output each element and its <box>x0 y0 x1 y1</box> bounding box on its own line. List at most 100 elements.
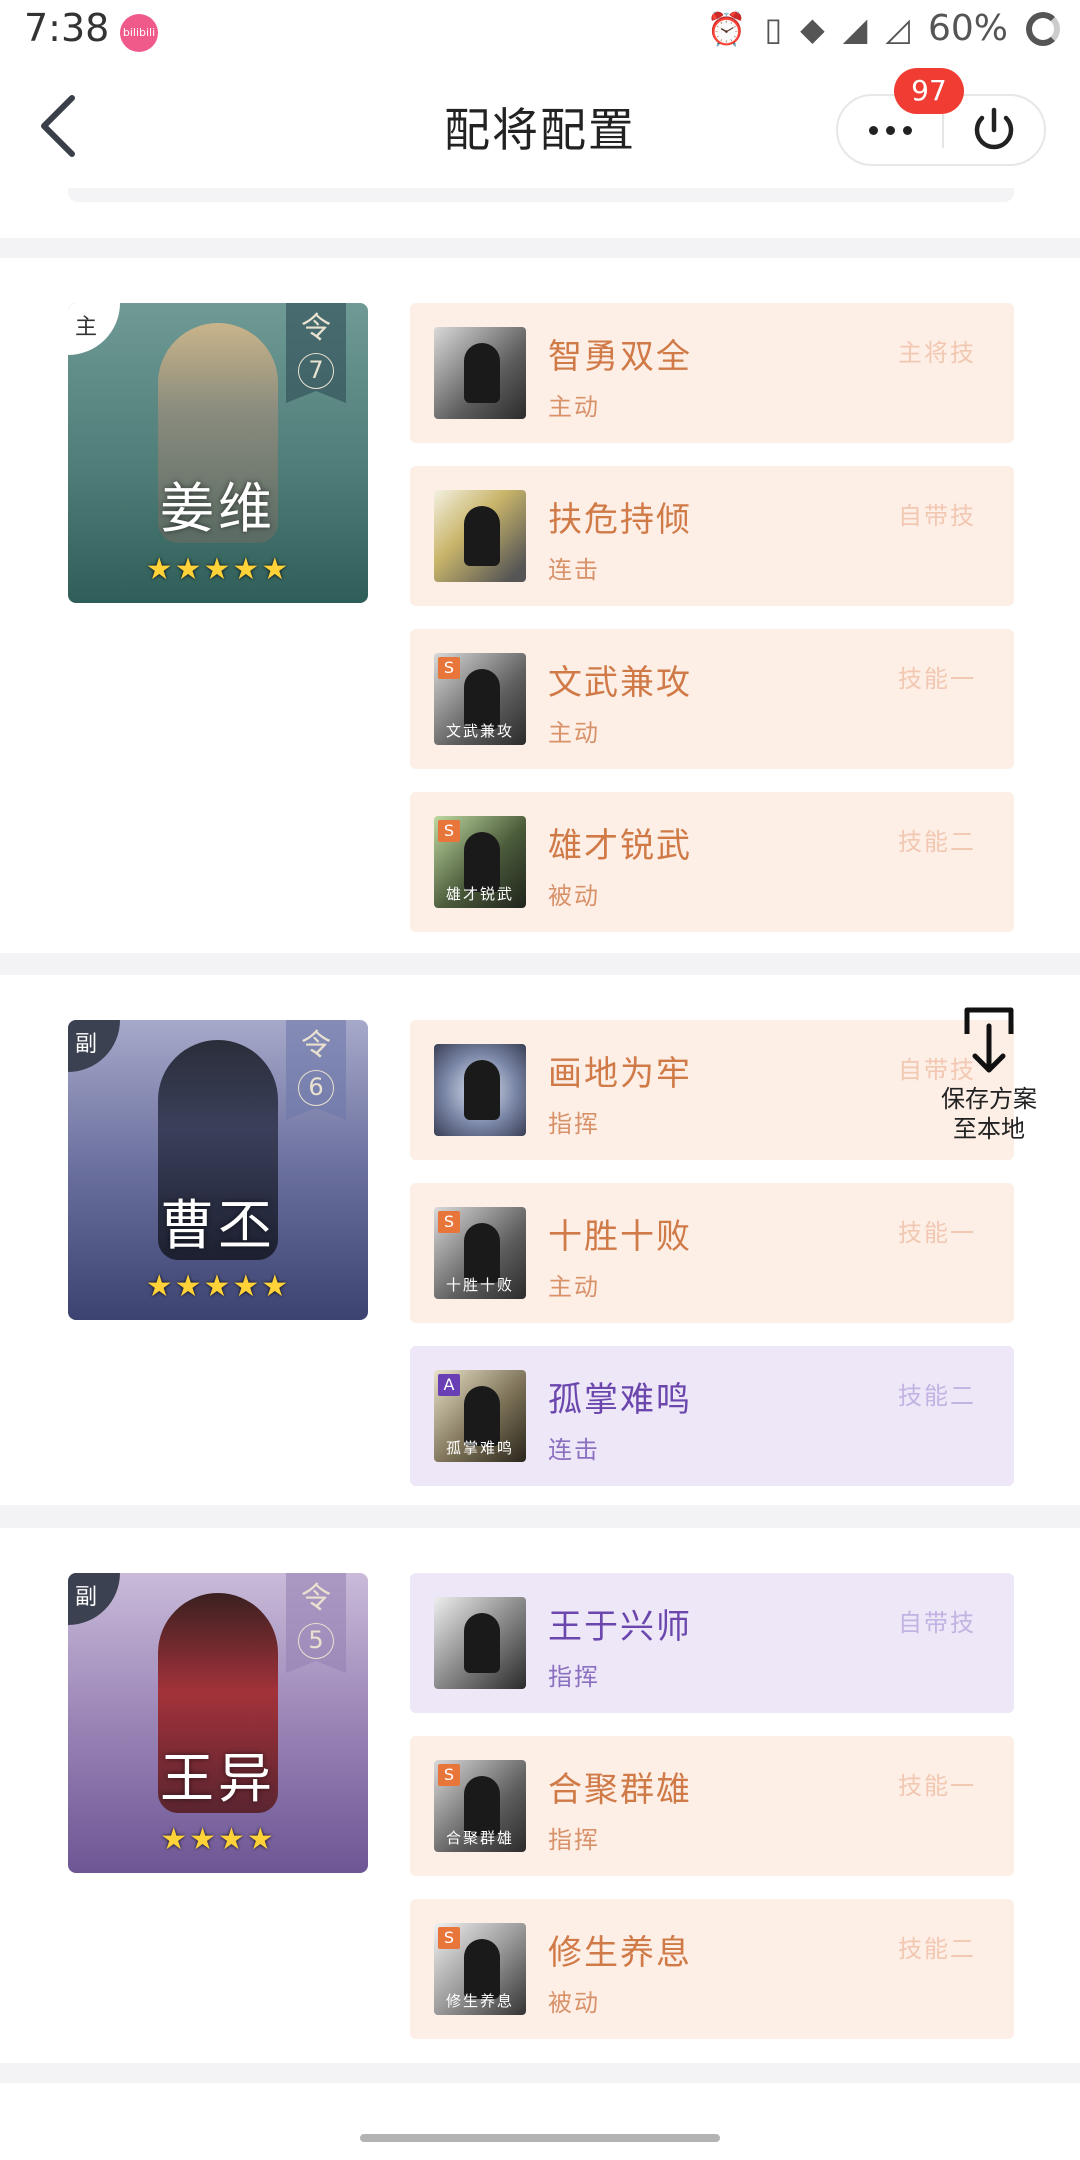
skill-type: 指挥 <box>548 1663 600 1691</box>
skill-figure <box>464 506 500 566</box>
skill-icon-caption: 雄才锐武 <box>445 885 514 903</box>
skill-type: 主动 <box>548 1273 600 1301</box>
hero-role-tag: 主 <box>68 303 120 355</box>
skill-name: 雄才锐武 <box>548 826 692 866</box>
skill-name: 扶危持倾 <box>548 500 692 540</box>
skill-type: 指挥 <box>548 1826 600 1854</box>
skill-type: 连击 <box>548 556 600 584</box>
skill-name: 王于兴师 <box>548 1607 692 1647</box>
more-dots-icon <box>868 125 878 135</box>
next-section <box>0 2083 1080 2160</box>
previous-card-edge <box>68 188 1014 202</box>
skill-icon-caption: 修生养息 <box>445 1992 514 2010</box>
skill-card[interactable]: S 合聚群雄 合聚群雄 指挥 技能一 <box>410 1736 1014 1876</box>
skill-icon-caption: 文武兼攻 <box>445 722 514 740</box>
skill-name: 智勇双全 <box>548 337 692 377</box>
hero-level-banner: 令 7 <box>286 303 346 403</box>
skill-icon-caption: 十胜十败 <box>445 1276 514 1294</box>
skill-icon: S 合聚群雄 <box>434 1760 526 1852</box>
skill-icon <box>434 490 526 582</box>
status-time: 7:38 <box>24 6 110 50</box>
skill-grade-badge: S <box>438 657 460 679</box>
skill-name: 孤掌难鸣 <box>548 1380 692 1420</box>
hero-section: 副 令 5 王异 ★★★★ 王于兴师 指挥 自带技 S 合聚群雄 合聚群雄 指挥… <box>0 1528 1080 2063</box>
skill-icon-caption: 合聚群雄 <box>445 1829 514 1847</box>
skill-name: 画地为牢 <box>548 1054 692 1094</box>
vibrate-icon: ▯ <box>764 9 783 48</box>
download-icon <box>964 1007 1014 1073</box>
skill-card[interactable]: A 孤掌难鸣 孤掌难鸣 连击 技能二 <box>410 1346 1014 1486</box>
status-bar: 7:38 bilibili ⏰ ▯ ◆ ◢ ◿ 60% <box>0 0 1080 64</box>
skill-icon <box>434 1597 526 1689</box>
previous-section-end <box>0 188 1080 238</box>
save-plan-button[interactable]: 保存方案 至本地 <box>934 1004 1044 1144</box>
skill-icon: S 雄才锐武 <box>434 816 526 908</box>
skill-slot: 自带技 <box>898 1609 976 1637</box>
skill-icon: S 文武兼攻 <box>434 653 526 745</box>
signal-icon: ◢ <box>842 9 868 48</box>
save-plan-label-line2: 至本地 <box>953 1115 1025 1143</box>
hero-level: 5 <box>298 1623 334 1659</box>
skill-card[interactable]: 扶危持倾 连击 自带技 <box>410 466 1014 606</box>
wifi-icon: ◆ <box>800 9 825 48</box>
skill-slot: 主将技 <box>898 339 976 367</box>
battery-percent: 60% <box>927 8 1008 49</box>
skill-icon-caption: 孤掌难鸣 <box>445 1439 514 1457</box>
skill-slot: 技能一 <box>898 665 976 693</box>
skill-slot: 技能一 <box>898 1772 976 1800</box>
more-dot <box>885 125 895 135</box>
skill-icon: S 十胜十败 <box>434 1207 526 1299</box>
hero-ling-label: 令 <box>301 311 331 346</box>
skill-card[interactable]: 王于兴师 指挥 自带技 <box>410 1573 1014 1713</box>
home-indicator[interactable] <box>360 2134 720 2142</box>
skill-card[interactable]: S 十胜十败 十胜十败 主动 技能一 <box>410 1183 1014 1323</box>
hero-card[interactable]: 副 令 6 曹丕 ★★★★★ <box>68 1020 368 1320</box>
power-icon <box>974 107 1014 150</box>
skill-card[interactable]: S 文武兼攻 文武兼攻 主动 技能一 <box>410 629 1014 769</box>
skill-name: 修生养息 <box>548 1933 692 1973</box>
hero-section: 副 令 6 曹丕 ★★★★★ 画地为牢 指挥 自带技 S 十胜十败 十胜十败 主… <box>0 975 1080 1505</box>
skill-type: 被动 <box>548 1989 600 2017</box>
status-icons: ⏰ ▯ ◆ ◢ ◿ 60% <box>707 8 1060 49</box>
skill-name: 文武兼攻 <box>548 663 692 703</box>
alarm-icon: ⏰ <box>706 9 747 48</box>
bilibili-app-icon: bilibili <box>120 14 158 52</box>
save-plan-label-line1: 保存方案 <box>941 1085 1037 1113</box>
skill-slot: 自带技 <box>898 502 976 530</box>
hero-name: 王异 <box>160 1747 276 1810</box>
skill-type: 被动 <box>548 882 600 910</box>
hero-role-tag: 副 <box>68 1020 120 1072</box>
hero-role-tag: 副 <box>68 1573 120 1625</box>
hero-stars: ★★★★★ <box>145 552 291 587</box>
skill-card[interactable]: S 雄才锐武 雄才锐武 被动 技能二 <box>410 792 1014 932</box>
hero-name: 曹丕 <box>160 1194 276 1257</box>
skill-slot: 技能二 <box>898 828 976 856</box>
skill-type: 连击 <box>548 1436 600 1464</box>
signal-empty-icon: ◿ <box>885 9 910 48</box>
skill-card[interactable]: 智勇双全 主动 主将技 <box>410 303 1014 443</box>
hero-level-banner: 令 5 <box>286 1573 346 1673</box>
more-dot <box>902 125 912 135</box>
hero-card[interactable]: 副 令 5 王异 ★★★★ <box>68 1573 368 1873</box>
skill-grade-badge: S <box>438 1927 460 1949</box>
skill-slot: 技能二 <box>898 1382 976 1410</box>
close-button[interactable] <box>944 96 1044 164</box>
skill-type: 主动 <box>548 393 600 421</box>
hero-ling-label: 令 <box>301 1028 331 1063</box>
skill-name: 十胜十败 <box>548 1217 692 1257</box>
skill-card[interactable]: S 修生养息 修生养息 被动 技能二 <box>410 1899 1014 2039</box>
hero-name: 姜维 <box>160 477 276 540</box>
skill-card[interactable]: 画地为牢 指挥 自带技 <box>410 1020 1014 1160</box>
skill-grade-badge: S <box>438 820 460 842</box>
hero-card[interactable]: 主 令 7 姜维 ★★★★★ <box>68 303 368 603</box>
hero-ling-label: 令 <box>301 1581 331 1616</box>
skill-grade-badge: S <box>438 1764 460 1786</box>
skill-icon: A 孤掌难鸣 <box>434 1370 526 1462</box>
skill-slot: 技能二 <box>898 1935 976 1963</box>
skill-type: 指挥 <box>548 1110 600 1138</box>
skill-figure <box>464 343 500 403</box>
skill-icon <box>434 1044 526 1136</box>
battery-icon <box>1026 11 1060 46</box>
notification-badge: 97 <box>894 68 964 114</box>
skill-figure <box>464 1060 500 1120</box>
